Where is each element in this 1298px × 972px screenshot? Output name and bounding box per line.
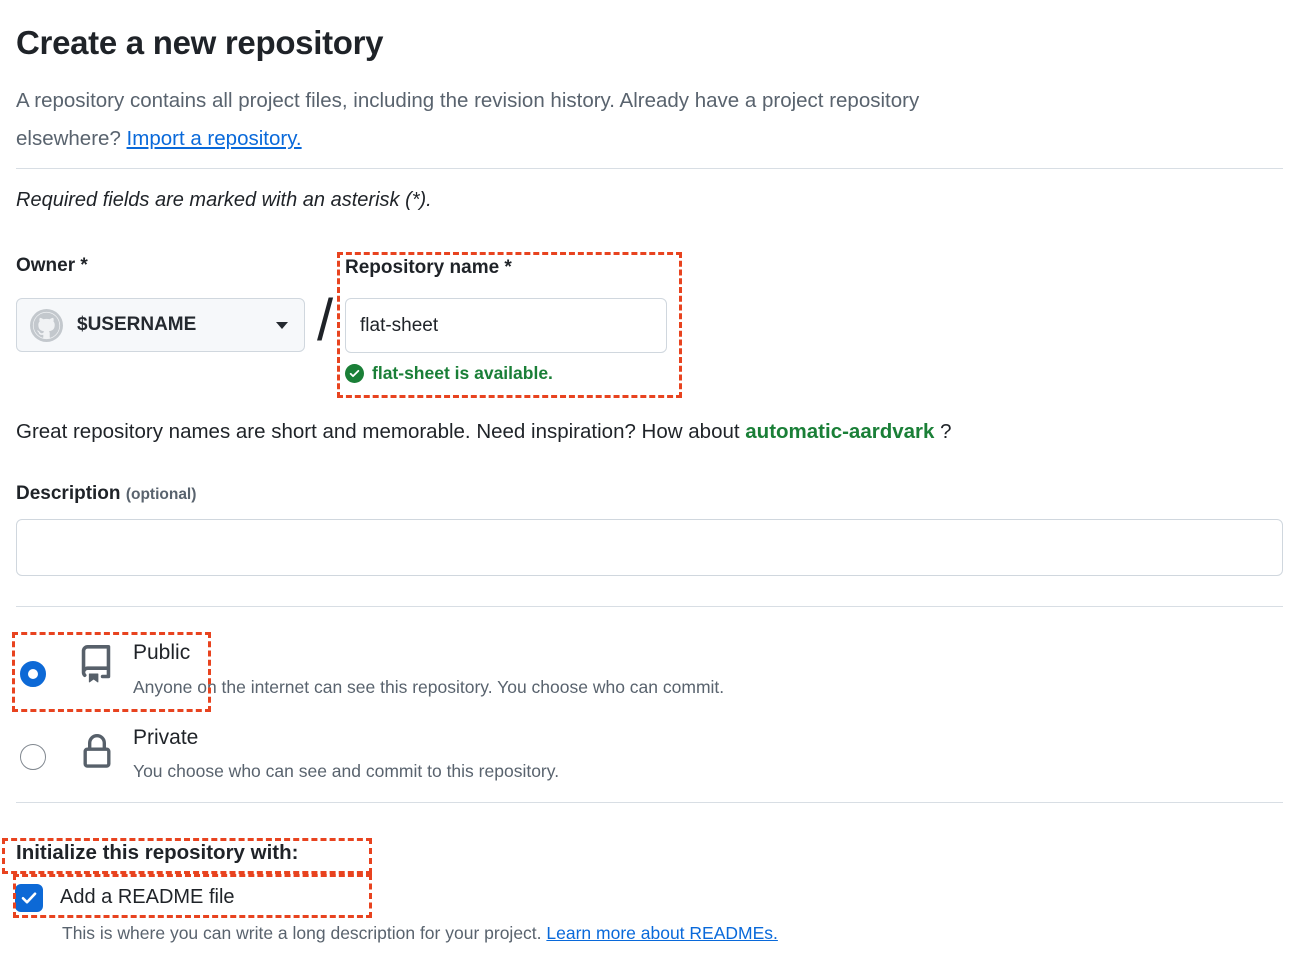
description-optional-text: (optional) [126, 486, 197, 503]
divider-top [16, 168, 1283, 169]
suggested-name[interactable]: automatic-aardvark [745, 420, 934, 443]
suggestion-suffix: ? [934, 420, 951, 443]
availability-text: flat-sheet is available. [372, 363, 553, 384]
private-option-label[interactable]: Private [133, 726, 198, 750]
public-option-description: Anyone on the internet can see this repo… [133, 677, 724, 698]
check-circle-icon [345, 364, 364, 383]
divider-middle [16, 606, 1283, 607]
readme-note-text: This is where you can write a long descr… [62, 923, 546, 943]
repository-name-input[interactable] [345, 298, 667, 353]
import-repository-link[interactable]: Import a repository. [127, 127, 302, 150]
availability-message: flat-sheet is available. [345, 363, 553, 384]
private-radio[interactable] [20, 744, 46, 770]
owner-repo-separator: / [307, 287, 343, 354]
description-label-text: Description [16, 483, 121, 504]
suggestion-prefix: Great repository names are short and mem… [16, 420, 745, 443]
owner-label: Owner * [16, 255, 88, 277]
name-suggestion: Great repository names are short and mem… [16, 420, 952, 444]
checkmark-icon [19, 888, 39, 908]
create-repository-page: Create a new repository A repository con… [0, 0, 1298, 972]
readme-note: This is where you can write a long descr… [62, 923, 778, 944]
intro-line2-prefix: elsewhere? [16, 127, 127, 150]
public-radio[interactable] [20, 661, 46, 687]
repo-book-icon [77, 645, 115, 683]
initialize-section-title: Initialize this repository with: [16, 841, 298, 865]
lock-icon [79, 732, 115, 772]
owner-dropdown-button[interactable]: $USERNAME [16, 298, 305, 352]
public-option-label[interactable]: Public [133, 641, 190, 665]
required-fields-note: Required fields are marked with an aster… [16, 189, 432, 212]
description-input[interactable] [16, 519, 1283, 576]
repository-name-label: Repository name * [345, 257, 512, 279]
page-title: Create a new repository [16, 24, 383, 62]
owner-avatar [30, 309, 63, 342]
readme-checkbox[interactable] [15, 884, 43, 912]
owner-value: $USERNAME [77, 314, 196, 336]
learn-more-readmes-link[interactable]: Learn more about READMEs. [546, 923, 778, 943]
chevron-down-icon [276, 322, 288, 329]
private-option-description: You choose who can see and commit to thi… [133, 761, 559, 782]
intro-line1: A repository contains all project files,… [16, 89, 919, 112]
divider-bottom [16, 802, 1283, 803]
description-label: Description (optional) [16, 483, 196, 505]
intro-text: A repository contains all project files,… [16, 82, 919, 158]
readme-checkbox-label[interactable]: Add a README file [60, 886, 235, 909]
